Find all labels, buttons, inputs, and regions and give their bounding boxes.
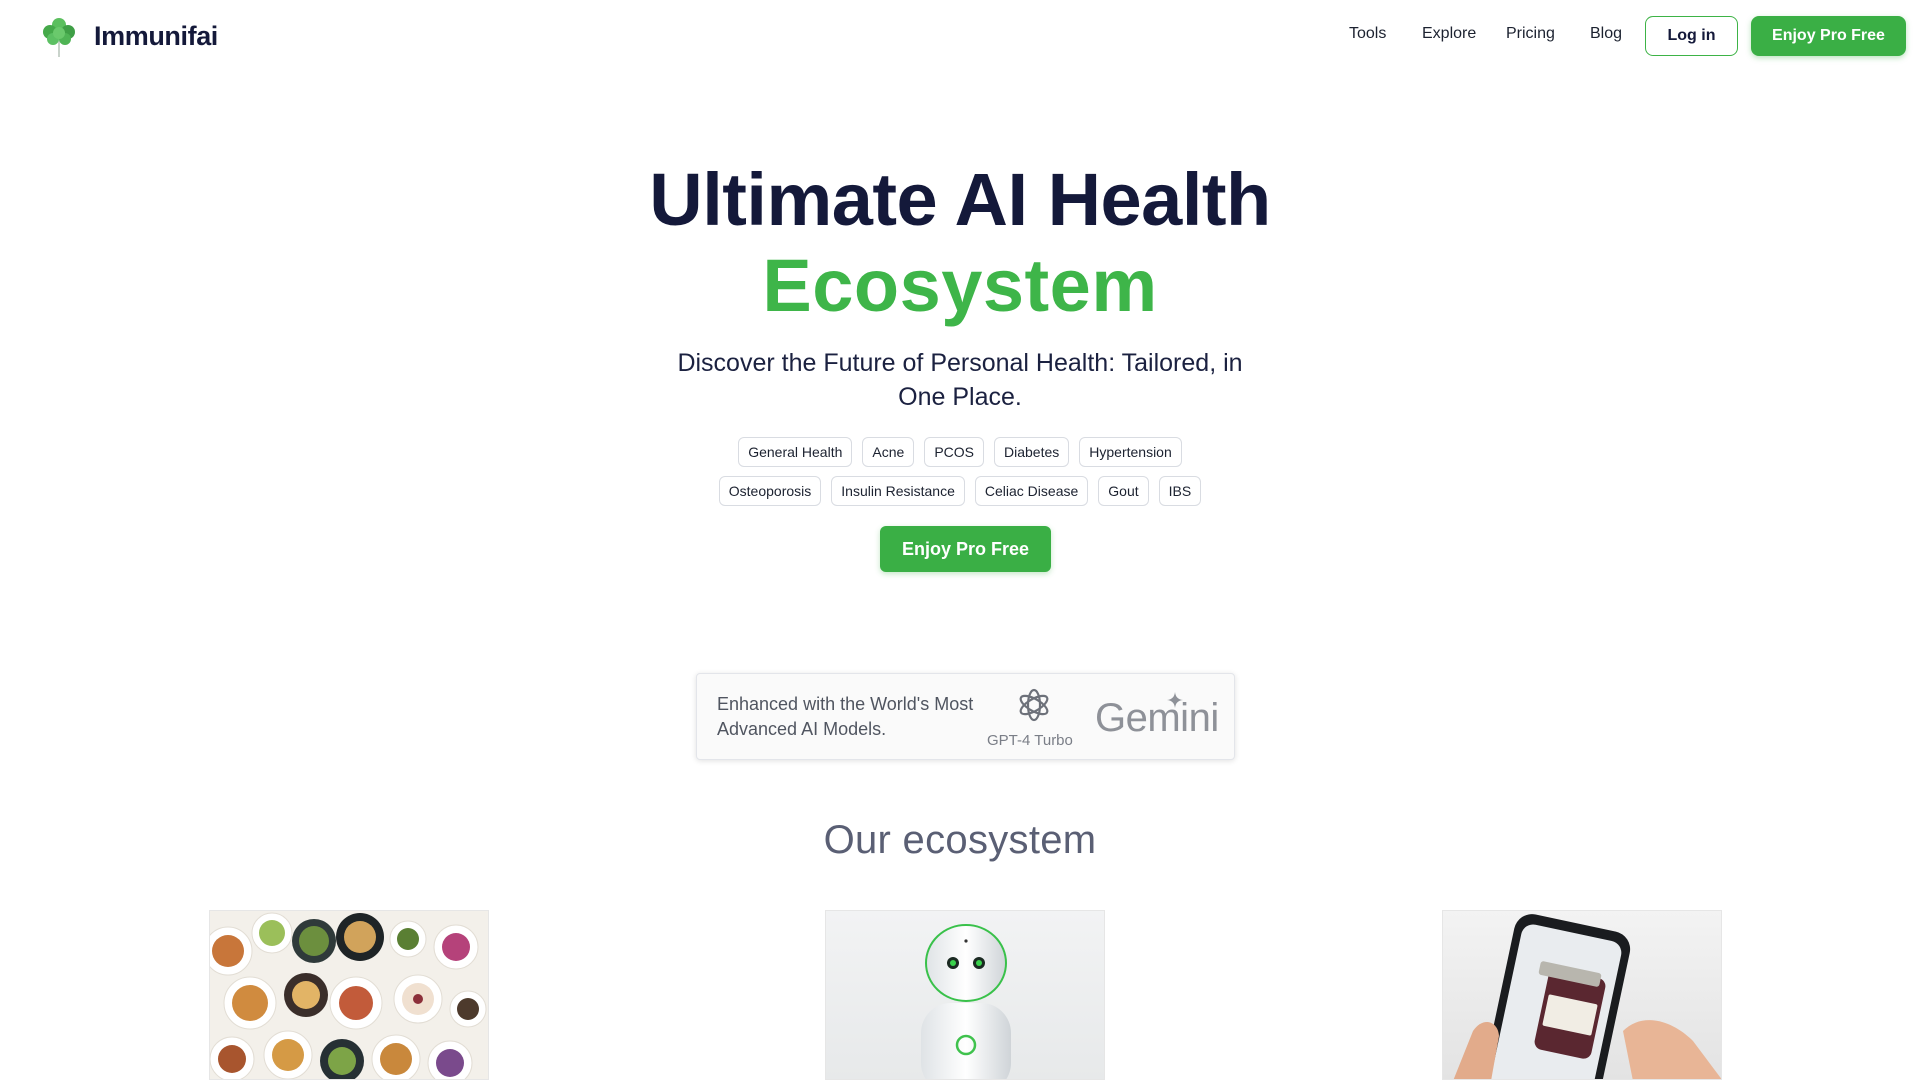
tag-general-health[interactable]: General Health bbox=[738, 437, 853, 467]
gemini-sparkle-icon bbox=[1167, 692, 1183, 708]
tag-osteoporosis[interactable]: Osteoporosis bbox=[718, 476, 822, 506]
food-plates-image[interactable] bbox=[209, 910, 489, 1080]
brand[interactable]: Immunifai bbox=[38, 14, 218, 58]
tag-hypertension[interactable]: Hypertension bbox=[1079, 437, 1182, 467]
ecosystem-title: Our ecosystem bbox=[823, 818, 1097, 862]
tag-diabetes[interactable]: Diabetes bbox=[994, 437, 1070, 467]
header-enjoy-pro-button[interactable]: Enjoy Pro Free bbox=[1751, 16, 1906, 56]
hero-title: Ultimate AI Health bbox=[649, 158, 1271, 241]
tag-celiac-disease[interactable]: Celiac Disease bbox=[974, 476, 1089, 506]
hero-title-accent: Ecosystem bbox=[762, 244, 1158, 327]
robot-assistant-image[interactable] bbox=[825, 910, 1105, 1080]
tag-pcos[interactable]: PCOS bbox=[924, 437, 984, 467]
tag-insulin-resistance[interactable]: Insulin Resistance bbox=[831, 476, 965, 506]
tag-gout[interactable]: Gout bbox=[1098, 476, 1149, 506]
condition-tags-row-2: Osteoporosis Insulin Resistance Celiac D… bbox=[0, 476, 1920, 506]
condition-tags-row-1: General Health Acne PCOS Diabetes Hypert… bbox=[0, 437, 1920, 467]
gemini-logo-text: Gemini bbox=[1095, 696, 1219, 740]
hero-subtitle: Discover the Future of Personal Health: … bbox=[677, 349, 1243, 411]
hero-enjoy-pro-button[interactable]: Enjoy Pro Free bbox=[880, 526, 1051, 572]
brand-name: Immunifai bbox=[94, 20, 218, 51]
tag-ibs[interactable]: IBS bbox=[1158, 476, 1202, 506]
tag-acne[interactable]: Acne bbox=[862, 437, 915, 467]
ai-models-text: Enhanced with the World's Most Advanced … bbox=[717, 694, 974, 739]
nav-blog[interactable]: Blog bbox=[1590, 25, 1622, 43]
nav-pricing[interactable]: Pricing bbox=[1506, 25, 1555, 43]
openai-logo-icon bbox=[1019, 688, 1049, 722]
nav-explore[interactable]: Explore bbox=[1422, 25, 1476, 43]
ai-models-card: Enhanced with the World's Most Advanced … bbox=[696, 673, 1235, 760]
gpt-label: GPT-4 Turbo bbox=[987, 732, 1073, 749]
nav-tools[interactable]: Tools bbox=[1349, 25, 1386, 43]
login-button[interactable]: Log in bbox=[1645, 16, 1738, 56]
phone-scanning-jar-image[interactable] bbox=[1442, 910, 1722, 1080]
site-header: Immunifai Tools Explore Pricing Blog Log… bbox=[0, 0, 1920, 72]
clover-leaf-icon bbox=[43, 18, 75, 57]
